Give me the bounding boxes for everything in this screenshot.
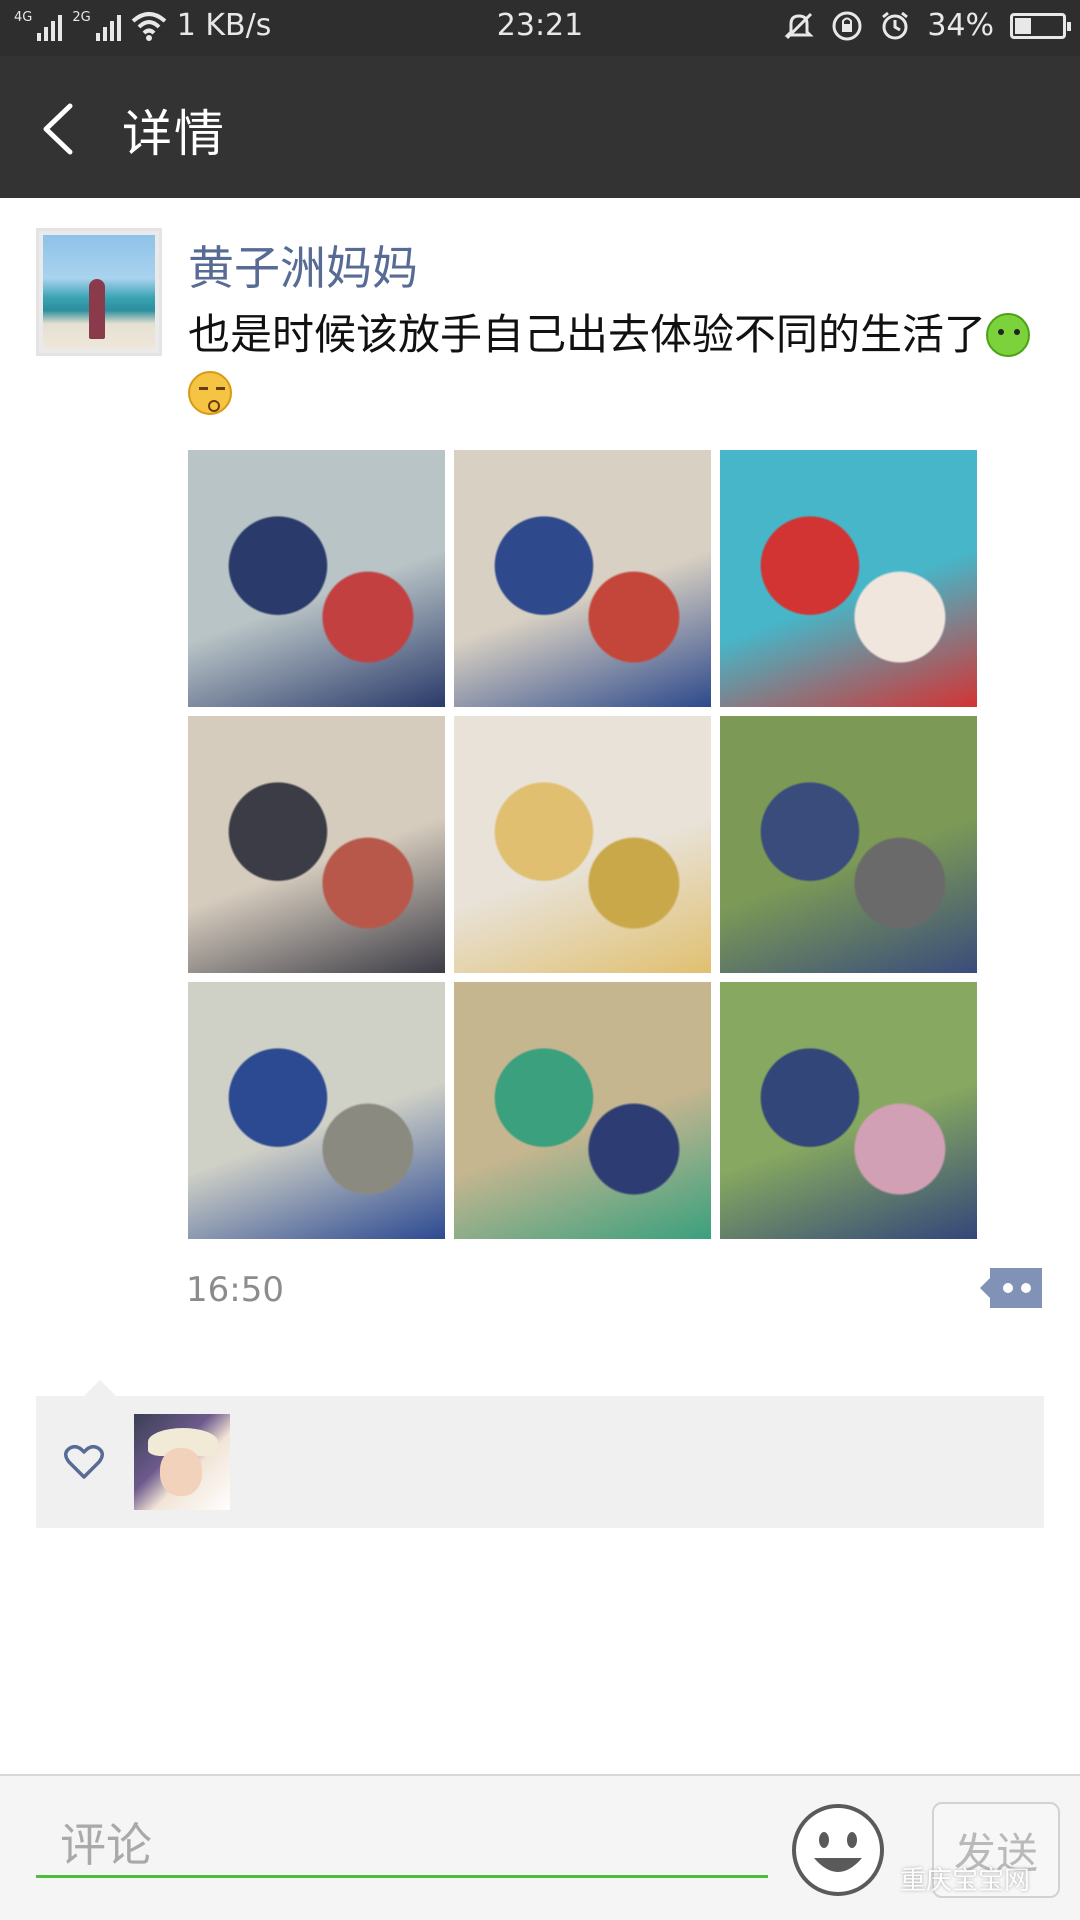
avatar-image [43,235,155,349]
watermark-text: 重庆宝宝网 [900,1866,1031,1896]
photo-boy-rope-swing[interactable] [720,716,977,973]
photo-rope-bridge[interactable] [454,982,711,1239]
photo-boy-making-mooncake[interactable] [454,450,711,707]
likes-caret [84,1380,116,1396]
post-timestamp: 16:50 [186,1270,284,1310]
post-text-content: 也是时候该放手自己出去体验不同的生活了 [188,310,987,359]
post-text: 也是时候该放手自己出去体验不同的生活了 [188,306,1048,422]
page-title: 详情 [122,105,226,163]
comment-bar: 发送 [0,1774,1080,1920]
author-avatar[interactable] [36,228,162,356]
photo-kids-at-table[interactable] [188,450,445,707]
battery-level [1015,17,1031,34]
liker-face [160,1448,202,1496]
back-arrow-icon[interactable] [30,94,90,164]
likes-panel [36,1380,1044,1528]
status-bar: 4G 2G 1 KB/s 23:21 34% [0,0,1080,56]
photo-mooncakes-tray[interactable] [454,716,711,973]
alarm-clock-icon [882,11,909,39]
kissing-face-emoji [188,371,232,415]
photo-crowded-classroom[interactable] [188,716,445,973]
smile-face-emoji [986,313,1031,357]
heart-icon [64,1444,104,1479]
status-right: 34% [783,8,1071,43]
photo-boy-in-net[interactable] [188,982,445,1239]
comment-input[interactable] [36,1814,768,1878]
photo-climbing-rope[interactable] [720,982,977,1239]
battery-percent: 34% [927,8,994,43]
author-name[interactable]: 黄子洲妈妈 [188,232,418,298]
rotation-lock-icon [832,11,862,40]
mute-bell-icon [784,12,814,39]
comment-menu-icon[interactable] [980,1266,1044,1310]
battery-icon [1010,12,1071,39]
title-bar: 详情 [0,56,1080,198]
liker-avatar[interactable] [134,1414,230,1510]
emoji-picker-icon[interactable] [790,1802,886,1898]
photo-grid [188,450,978,1239]
photo-kids-red-costumes[interactable] [720,450,977,707]
